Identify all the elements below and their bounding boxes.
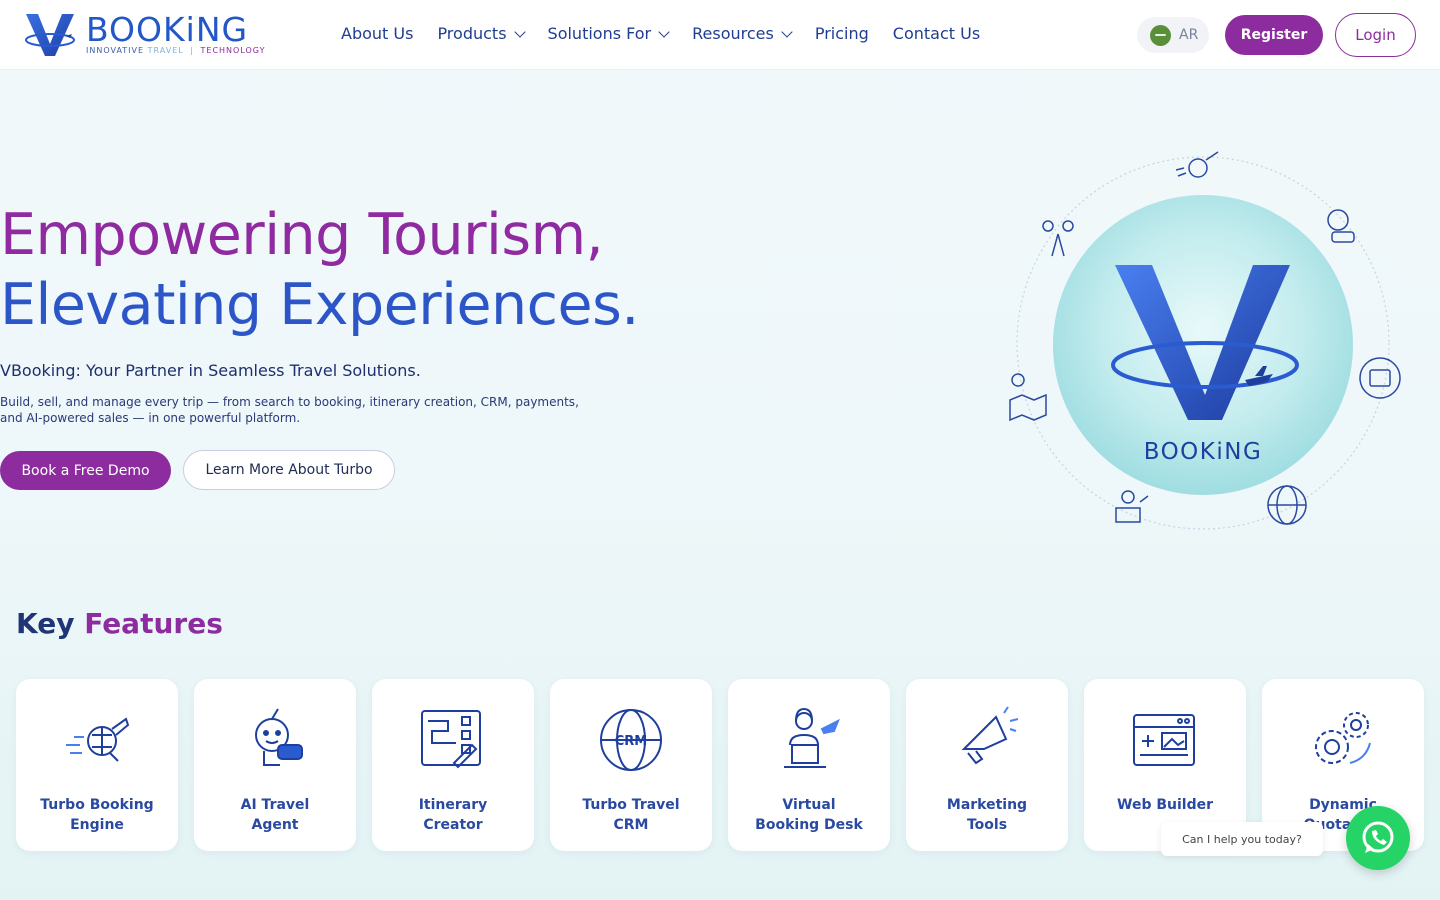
main-nav: About Us Products Solutions For Resource… — [341, 24, 980, 43]
ai-robot-icon — [1327, 209, 1355, 243]
nav-solutions-for[interactable]: Solutions For — [547, 24, 670, 43]
feature-label-line-1: Turbo Travel — [582, 797, 680, 813]
tagline-technology: TECHNOLOGY — [200, 46, 266, 55]
hero-graphic-wordmark: BOOKiNG — [1144, 439, 1263, 465]
feature-label-line-1: Itinerary — [418, 797, 488, 813]
nav-label: Pricing — [814, 24, 869, 43]
svg-text:CRM: CRM — [615, 734, 648, 749]
language-switcher[interactable]: AR — [1137, 17, 1209, 53]
feature-label: AI Travel Agent — [194, 795, 356, 835]
feature-card-itinerary-creator[interactable]: Itinerary Creator — [372, 679, 534, 851]
feature-label-line-2: Tools — [966, 817, 1008, 833]
feature-label-line-1: Web Builder — [1117, 797, 1213, 813]
feature-label-line-2: Booking Desk — [755, 817, 863, 833]
nav-label: Solutions For — [547, 24, 652, 43]
feature-label-line-1: Dynamic — [1309, 797, 1377, 813]
book-demo-button[interactable]: Book a Free Demo — [0, 451, 171, 490]
register-button[interactable]: Register — [1225, 15, 1323, 55]
nav-pricing[interactable]: Pricing — [815, 24, 869, 43]
feature-label: Itinerary Creator — [372, 795, 534, 835]
travel-agent-orbit-icon — [1115, 490, 1149, 523]
tagline-separator: | — [190, 46, 194, 55]
feature-card-virtual-booking-desk[interactable]: Virtual Booking Desk — [728, 679, 890, 851]
site-header: BOOKiNG INNOVATIVE TRAVEL | TECHNOLOGY A… — [0, 0, 1440, 70]
suitcase-chat-icon — [1359, 357, 1401, 399]
logo-tagline: INNOVATIVE TRAVEL | TECHNOLOGY — [86, 46, 265, 55]
heading-part-b: Features — [84, 607, 223, 640]
feature-label-line-1: Marketing — [946, 797, 1028, 813]
crm-globe-orbit-icon — [1267, 485, 1307, 525]
feature-label: Virtual Booking Desk — [728, 795, 890, 835]
hero-orbit-illustration: BOOKiNG — [1009, 151, 1401, 530]
feature-label-line-1: AI Travel — [240, 797, 310, 813]
language-label: AR — [1179, 27, 1199, 43]
login-button[interactable]: Login — [1335, 13, 1416, 57]
map-pin-icon — [1009, 373, 1047, 422]
hero-description: Build, sell, and manage every trip — fro… — [0, 395, 579, 425]
chevron-down-icon — [781, 25, 793, 38]
feature-label: Turbo Booking Engine — [16, 795, 178, 835]
crm-globe-icon: CRM — [600, 709, 662, 771]
tagline-travel: TRAVEL — [147, 46, 184, 55]
tagline-innovative: INNOVATIVE — [86, 46, 145, 55]
nav-label: Products — [437, 24, 507, 43]
logo-wordmark: BOOKiNG — [86, 10, 249, 49]
hero-title-line-2: Elevating Experiences. — [0, 272, 639, 338]
megaphone-icon — [961, 706, 1019, 765]
web-builder-icon — [1133, 714, 1195, 766]
nav-contact-us[interactable]: Contact Us — [893, 24, 980, 43]
feature-label-line-1: Turbo Booking — [40, 797, 154, 813]
whatsapp-icon — [1362, 821, 1394, 853]
feature-card-marketing-tools[interactable]: Marketing Tools — [906, 679, 1068, 851]
chevron-down-icon — [513, 25, 526, 38]
learn-more-button[interactable]: Learn More About Turbo — [183, 450, 395, 490]
heading-part-a: Key — [16, 607, 75, 640]
whatsapp-button[interactable] — [1346, 806, 1410, 870]
feature-label-line-2: Creator — [423, 817, 483, 833]
feature-card-turbo-travel-crm[interactable]: CRM Turbo Travel CRM — [550, 679, 712, 851]
chat-prompt-bubble[interactable]: Can I help you today? — [1161, 822, 1323, 856]
nav-label: Resources — [692, 24, 774, 43]
nav-resources[interactable]: Resources — [692, 24, 793, 43]
v-logo-icon — [25, 14, 75, 56]
nav-label: About Us — [341, 24, 414, 43]
saudi-flag-icon — [1150, 24, 1171, 46]
feature-label-line-2: CRM — [613, 817, 649, 833]
rocket-icon — [1175, 151, 1219, 178]
hero-subtitle: VBooking: Your Partner in Seamless Trave… — [0, 361, 421, 380]
hero-title-line-1: Empowering Tourism, — [0, 202, 604, 268]
feature-label-line-1: Virtual — [782, 797, 836, 813]
feature-label: Web Builder — [1084, 795, 1246, 815]
agent-desk-icon — [784, 707, 840, 768]
key-features-heading: Key Features — [16, 607, 223, 640]
nav-products[interactable]: Products — [437, 24, 526, 43]
feature-label: Turbo Travel CRM — [550, 795, 712, 835]
feature-label-line-2: Agent — [251, 817, 299, 833]
logo[interactable]: BOOKiNG INNOVATIVE TRAVEL | TECHNOLOGY — [22, 10, 282, 60]
hero-graphic: BOOKiNG — [1000, 140, 1410, 540]
feature-card-turbo-booking-engine[interactable]: Turbo Booking Engine — [16, 679, 178, 851]
nav-about-us[interactable]: About Us — [341, 24, 413, 43]
hero-title: Empowering Tourism, Elevating Experience… — [0, 200, 639, 340]
feature-label: Marketing Tools — [906, 795, 1068, 835]
robot-agent-icon — [255, 708, 303, 766]
feature-card-ai-travel-agent[interactable]: AI Travel Agent — [194, 679, 356, 851]
gears-icon — [1315, 712, 1371, 764]
rocket-globe-icon — [66, 717, 130, 762]
feature-label-line-2: Engine — [70, 817, 124, 833]
chevron-down-icon — [658, 25, 670, 38]
itinerary-map-icon — [421, 710, 481, 769]
nav-label: Contact Us — [892, 24, 981, 43]
